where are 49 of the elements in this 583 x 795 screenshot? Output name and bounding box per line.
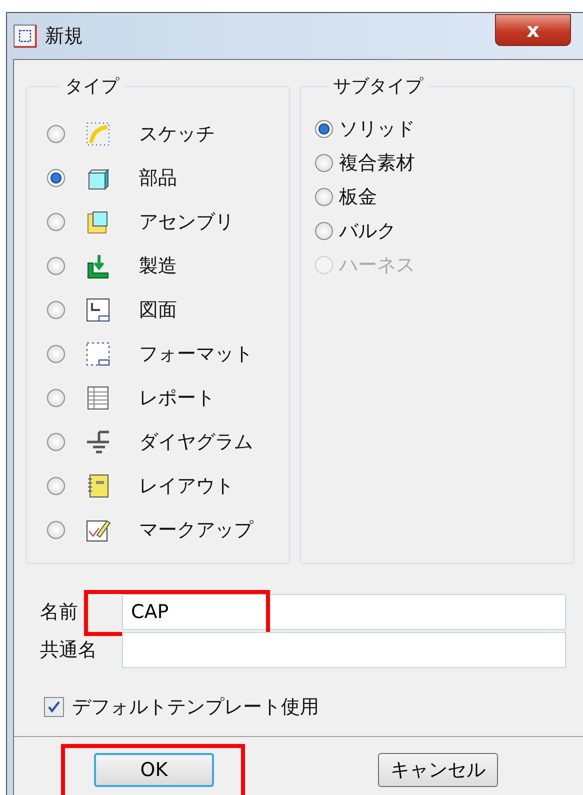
manufacturing-icon	[85, 253, 111, 279]
radio-button[interactable]	[47, 521, 65, 539]
drawing-sheet-icon	[85, 297, 111, 323]
radio-button[interactable]	[47, 169, 65, 187]
radio-button[interactable]	[315, 188, 333, 206]
type-label: ダイヤグラム	[139, 430, 253, 455]
type-label: 製造	[139, 254, 177, 279]
checkbox[interactable]	[44, 697, 64, 717]
subtype-label: ソリッド	[339, 117, 415, 142]
radio-button[interactable]	[47, 345, 65, 363]
radio-button[interactable]	[47, 257, 65, 275]
checkbox-label: デフォルトテンプレート使用	[72, 695, 319, 720]
type-label: 図面	[139, 298, 177, 323]
close-button[interactable]: x	[495, 14, 571, 46]
ok-button[interactable]: OK	[94, 753, 214, 787]
type-label: マークアップ	[139, 518, 253, 543]
radio-button[interactable]	[47, 213, 65, 231]
window-icon	[13, 24, 37, 48]
input-field[interactable]: CAP	[122, 594, 566, 630]
subtype-label: 板金	[339, 185, 377, 210]
type-label: アセンブリ	[139, 210, 234, 235]
cancel-button[interactable]: キャンセル	[378, 753, 498, 787]
table-icon	[85, 385, 111, 411]
type-label: フォーマット	[139, 342, 253, 367]
radio-button[interactable]	[47, 125, 65, 143]
ground-symbol-icon	[85, 429, 111, 455]
field-label: 共通名	[40, 638, 98, 663]
radio-button[interactable]	[47, 477, 65, 495]
subtype-label: バルク	[339, 219, 396, 244]
window-title: 新規	[45, 24, 83, 49]
format-sheet-icon	[85, 341, 111, 367]
type-label: スケッチ	[139, 122, 215, 147]
radio-button[interactable]	[315, 222, 333, 240]
radio-button[interactable]	[315, 120, 333, 138]
radio-button[interactable]	[47, 433, 65, 451]
radio-button[interactable]	[315, 154, 333, 172]
notebook-icon	[85, 473, 111, 499]
arc-sketch-icon	[85, 121, 111, 147]
type-label: レイアウト	[139, 474, 234, 499]
input-field[interactable]	[122, 632, 566, 668]
group-label: サブタイプ	[332, 75, 424, 98]
group-label: タイプ	[64, 75, 120, 98]
subtype-label: 複合素材	[339, 151, 415, 176]
radio-button[interactable]	[47, 301, 65, 319]
type-label: レポート	[139, 386, 215, 411]
subtype-label: ハーネス	[339, 253, 415, 278]
field-label: 名前	[40, 600, 79, 625]
type-label: 部品	[139, 166, 177, 191]
radio-button[interactable]	[47, 389, 65, 407]
